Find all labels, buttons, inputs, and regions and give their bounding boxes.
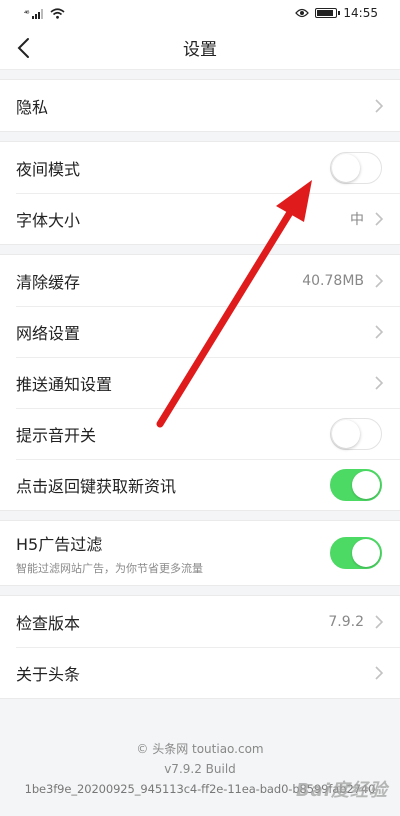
- nav-bar: 设置: [0, 26, 400, 70]
- group-privacy: 隐私: [0, 79, 400, 132]
- row-night-mode[interactable]: 夜间模式: [0, 142, 400, 193]
- sound-toggle[interactable]: [330, 417, 382, 450]
- group-general: 清除缓存 40.78MB 网络设置 推送通知设置 提示音开关 点击返回键获取新资…: [0, 254, 400, 511]
- ad-filter-toggle[interactable]: [330, 537, 382, 569]
- row-label: 网络设置: [16, 323, 81, 343]
- copyright-text: © 头条网 toutiao.com: [136, 742, 264, 756]
- chevron-right-icon: [375, 614, 384, 629]
- version-value: 7.9.2: [328, 613, 364, 630]
- page-title: 设置: [183, 40, 217, 60]
- row-privacy[interactable]: 隐私: [0, 80, 400, 131]
- row-sublabel: 智能过滤网站广告，为你节省更多流量: [16, 561, 203, 575]
- row-label: H5广告过滤: [16, 534, 103, 554]
- status-time: 14:55: [343, 6, 378, 20]
- status-right: 14:55: [295, 6, 378, 20]
- row-label: 字体大小: [16, 210, 81, 230]
- chevron-right-icon: [375, 98, 384, 113]
- row-network-settings[interactable]: 网络设置: [0, 306, 400, 357]
- row-label: 隐私: [16, 97, 49, 117]
- eye-icon: [295, 8, 310, 18]
- cache-size-value: 40.78MB: [302, 272, 364, 289]
- baidu-watermark: Bai度经验: [295, 780, 388, 801]
- settings-screen: ⁴⁶ 14:55 设置 隐私 夜间模式 字体大小 中 清除缓存 40.78MB …: [0, 0, 400, 816]
- signal-icon: [32, 8, 44, 19]
- status-bar: ⁴⁶ 14:55: [0, 0, 400, 26]
- wifi-icon: [50, 7, 65, 19]
- row-sound-switch[interactable]: 提示音开关: [0, 408, 400, 459]
- chevron-right-icon: [375, 324, 384, 339]
- night-mode-toggle[interactable]: [330, 151, 382, 184]
- row-label: 关于头条: [16, 664, 81, 684]
- row-label: 点击返回键获取新资讯: [16, 476, 177, 496]
- row-push-settings[interactable]: 推送通知设置: [0, 357, 400, 408]
- row-label: 清除缓存: [16, 272, 81, 292]
- group-display: 夜间模式 字体大小 中: [0, 141, 400, 245]
- row-label: 提示音开关: [16, 425, 97, 445]
- chevron-right-icon: [375, 211, 384, 226]
- row-back-refresh[interactable]: 点击返回键获取新资讯: [0, 459, 400, 510]
- font-size-value: 中: [350, 211, 364, 228]
- chevron-right-icon: [375, 375, 384, 390]
- row-label: 检查版本: [16, 613, 81, 633]
- row-check-version[interactable]: 检查版本 7.9.2: [0, 596, 400, 647]
- group-about: 检查版本 7.9.2 关于头条: [0, 595, 400, 699]
- chevron-right-icon: [375, 273, 384, 288]
- group-ad-filter: H5广告过滤 智能过滤网站广告，为你节省更多流量: [0, 520, 400, 586]
- row-label: 夜间模式: [16, 159, 81, 179]
- status-left: ⁴⁶: [24, 7, 65, 19]
- back-arrow-icon[interactable]: [14, 36, 36, 60]
- row-clear-cache[interactable]: 清除缓存 40.78MB: [0, 255, 400, 306]
- row-about[interactable]: 关于头条: [0, 647, 400, 698]
- battery-icon: [315, 8, 341, 18]
- row-font-size[interactable]: 字体大小 中: [0, 193, 400, 244]
- network-type: ⁴⁶: [24, 8, 30, 18]
- row-h5-ad-filter[interactable]: H5广告过滤 智能过滤网站广告，为你节省更多流量: [0, 521, 400, 585]
- chevron-right-icon: [375, 665, 384, 680]
- back-refresh-toggle[interactable]: [330, 468, 382, 501]
- row-label-wrap: H5广告过滤 智能过滤网站广告，为你节省更多流量: [16, 531, 330, 576]
- row-label: 推送通知设置: [16, 374, 113, 394]
